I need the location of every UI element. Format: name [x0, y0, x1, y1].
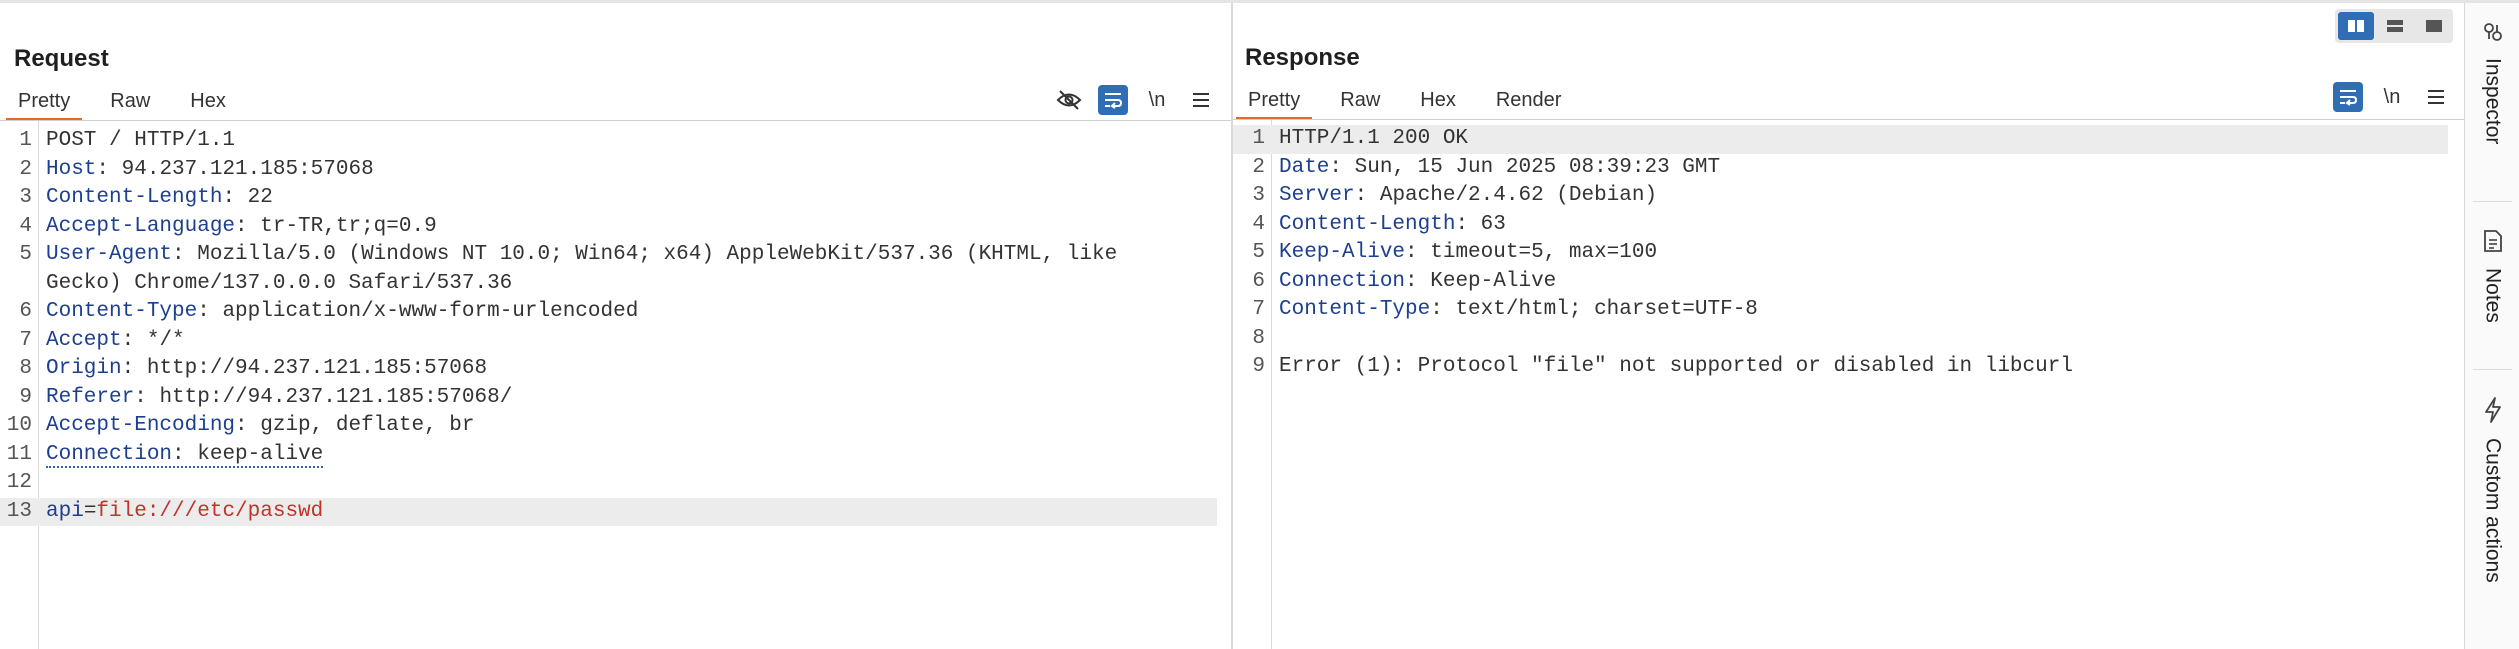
code-line: 12	[6, 471, 32, 494]
code-line: 5 Keep-Alive: timeout=5, max=100	[1252, 241, 1658, 264]
code-line: 3 Server: Apache/2.4.62 (Debian)	[1252, 184, 1658, 207]
response-title: Response	[1245, 44, 1360, 71]
response-tab-divider	[1233, 119, 2464, 120]
code-line: 10 Accept-Encoding: gzip, deflate, br	[6, 414, 475, 437]
request-pane: Request Pretty Raw Hex \n 1 POST / HTTP/1…	[0, 3, 1231, 649]
code-line: 7 Content-Type: text/html; charset=UTF-8	[1252, 298, 1758, 321]
request-tabs: Pretty Raw Hex	[6, 84, 254, 121]
sidebar-item-custom-actions[interactable]: Custom actions	[2465, 397, 2519, 583]
code-line: 4 Accept-Language: tr-TR,tr;q=0.9	[19, 214, 437, 238]
code-line: 6 Content-Type: application/x-www-form-ur…	[19, 300, 639, 323]
lightning-icon	[2483, 397, 2503, 428]
sidebar-item-label: Custom actions	[2481, 438, 2505, 583]
code-line: 9 Error (1): Protocol "file" not supporte…	[1252, 355, 2073, 378]
request-tab-raw[interactable]: Raw	[98, 84, 162, 118]
response-tab-hex[interactable]: Hex	[1408, 83, 1468, 117]
code-line: 1 POST / HTTP/1.1	[19, 129, 236, 152]
request-toolbar: \n	[1040, 85, 1216, 115]
response-editor[interactable]: 1 HTTP/1.1 200 OK 2 Date: Sun, 15 Jun 2025…	[1233, 125, 2464, 382]
hide-icon[interactable]	[1054, 85, 1084, 115]
response-tab-pretty[interactable]: Pretty	[1236, 83, 1313, 120]
sidebar-item-notes[interactable]: Notes	[2465, 229, 2519, 323]
code-line: 4 Content-Length: 63	[1252, 212, 1506, 236]
request-title: Request	[14, 45, 109, 72]
notes-icon	[2482, 229, 2504, 258]
single-pane-icon[interactable]	[2416, 12, 2452, 40]
sidebar-item-label: Inspector	[2481, 58, 2505, 145]
code-line: 11 Connection: keep-alive	[6, 442, 324, 468]
sidebar-divider	[2473, 201, 2512, 202]
menu-icon[interactable]	[1186, 85, 1216, 115]
code-line: 5 User-Agent: Mozilla/5.0 (Windows NT 10.…	[19, 243, 1130, 295]
response-toolbar: \n	[2319, 82, 2451, 112]
inspector-icon	[2482, 21, 2504, 48]
code-line: 8 Origin: http://94.237.121.185:57068	[19, 357, 488, 380]
response-tab-render[interactable]: Render	[1484, 83, 1574, 117]
code-line: 7 Accept: */*	[19, 328, 185, 352]
request-tab-pretty[interactable]: Pretty	[6, 84, 83, 121]
response-pane: Response Pretty Raw Hex Render \n 1 HTTP/…	[1233, 3, 2464, 649]
code-line: 2 Host: 94.237.121.185:57068	[19, 157, 374, 181]
wrap-lines-icon[interactable]	[1098, 85, 1128, 115]
newline-toggle[interactable]: \n	[1142, 85, 1172, 115]
split-horizontal-icon[interactable]	[2377, 12, 2413, 40]
layout-toggle	[2335, 9, 2453, 43]
right-sidebar: Inspector Notes Custom actions	[2464, 3, 2519, 649]
code-line: 9 Referer: http://94.237.121.185:57068/	[19, 385, 513, 409]
response-tab-raw[interactable]: Raw	[1328, 83, 1392, 117]
code-line: 3 Content-Length: 22	[19, 186, 273, 209]
code-line: 2 Date: Sun, 15 Jun 2025 08:39:23 GMT	[1252, 155, 1721, 179]
sidebar-divider	[2473, 369, 2512, 370]
code-line-current: 1 HTTP/1.1 200 OK	[1233, 125, 2448, 154]
request-tab-hex[interactable]: Hex	[178, 84, 238, 118]
split-vertical-icon[interactable]	[2338, 12, 2374, 40]
request-tab-divider	[0, 120, 1231, 121]
wrap-lines-icon[interactable]	[2333, 82, 2363, 112]
sidebar-item-label: Notes	[2481, 268, 2505, 323]
menu-icon[interactable]	[2421, 82, 2451, 112]
code-line: 6 Connection: Keep-Alive	[1252, 269, 1557, 293]
response-tabs: Pretty Raw Hex Render	[1236, 83, 1589, 120]
code-line: 8	[1252, 326, 1265, 350]
code-line-current: 13 api=file:///etc/passwd	[0, 497, 1217, 526]
request-editor[interactable]: 1 POST / HTTP/1.1 2 Host: 94.237.121.185:5…	[0, 127, 1231, 526]
sidebar-item-inspector[interactable]: Inspector	[2465, 21, 2519, 144]
newline-toggle[interactable]: \n	[2377, 82, 2407, 112]
